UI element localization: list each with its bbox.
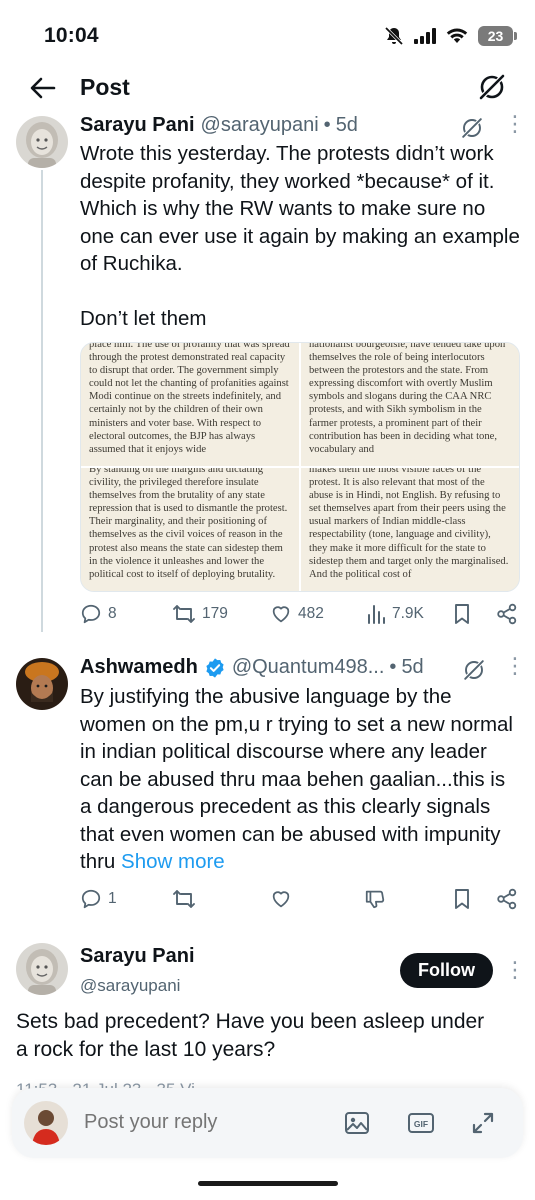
views-count: 7.9K (392, 605, 424, 622)
post-image-2[interactable]: nationalist bourgeoisie, have tended tak… (301, 343, 519, 467)
post-header: Sarayu Pani @sarayupani • 5d (80, 114, 358, 137)
separator-dot: • (389, 656, 397, 678)
thumbs-down-icon (365, 890, 385, 909)
separator-dot: • (323, 114, 331, 136)
repost-button[interactable]: 179 (172, 603, 228, 625)
reply-composer: GIF (12, 1088, 523, 1158)
repost-count: 179 (202, 605, 228, 622)
post-image-4[interactable]: makes them the most visible faces of the… (301, 468, 519, 591)
more-options-icon[interactable]: ⋮ (504, 959, 526, 981)
heart-icon (272, 606, 290, 623)
page-title: Post (80, 74, 130, 100)
follow-button[interactable]: Follow (400, 953, 493, 988)
more-options-icon[interactable]: ⋮ (504, 113, 526, 135)
show-more-link[interactable]: Show more (121, 850, 225, 873)
expand-composer-button[interactable] (468, 1108, 498, 1138)
like-button[interactable] (270, 888, 292, 910)
post-time[interactable]: 5d (336, 114, 358, 137)
status-bar: 10:04 23 (0, 0, 535, 62)
bookmark-icon (455, 604, 469, 624)
reply-count: 8 (108, 605, 117, 622)
image-text-4: makes them the most visible faces of the… (309, 468, 509, 580)
like-button[interactable]: 482 (270, 603, 324, 625)
avatar-user-icon (24, 1101, 68, 1145)
add-gif-button[interactable]: GIF (406, 1108, 436, 1138)
back-button[interactable] (28, 74, 58, 102)
reply-button[interactable]: 8 (80, 603, 117, 625)
grok-icon (460, 116, 484, 140)
gif-icon: GIF (408, 1113, 434, 1133)
avatar-warrior-icon (16, 658, 68, 710)
expand-icon (472, 1112, 494, 1134)
reply-input[interactable] (84, 1111, 324, 1134)
views-button[interactable]: 7.9K (366, 603, 424, 625)
avatar[interactable] (24, 1101, 68, 1145)
grok-icon (478, 73, 506, 101)
share-button[interactable] (496, 888, 518, 910)
share-button[interactable] (496, 603, 518, 625)
reply-count: 1 (108, 890, 117, 907)
bookmark-button[interactable] (452, 888, 472, 910)
status-icons: 23 (384, 26, 517, 46)
post-images[interactable]: place him. The use of profanity that was… (80, 342, 520, 592)
add-image-button[interactable] (342, 1108, 372, 1138)
reply-button[interactable]: 1 (80, 888, 117, 910)
focused-post-text: Sets bad precedent? Have you been asleep… (16, 1010, 491, 1061)
wifi-icon (446, 28, 468, 43)
image-divider (81, 466, 519, 468)
verified-badge-icon (206, 657, 224, 678)
avatar[interactable] (16, 943, 68, 995)
author-name[interactable]: Sarayu Pani (80, 945, 195, 968)
post-time[interactable]: 5d (401, 656, 423, 679)
author-handle[interactable]: @Quantum498... (232, 656, 385, 679)
svg-text:GIF: GIF (414, 1119, 428, 1129)
reply-text: By justifying the abusive language by th… (80, 683, 520, 876)
image-text-2: nationalist bourgeoisie, have tended tak… (309, 343, 506, 455)
author-name[interactable]: Sarayu Pani (80, 114, 195, 137)
reply-body: By justifying the abusive language by th… (80, 685, 519, 873)
back-arrow-icon (30, 77, 56, 99)
home-indicator (198, 1181, 338, 1186)
avatar-portrait-icon (16, 116, 68, 168)
image-icon (345, 1112, 369, 1134)
mute-bell-icon (384, 26, 404, 46)
like-count: 482 (298, 605, 324, 622)
grok-icon (462, 658, 486, 682)
share-icon (497, 888, 517, 910)
repost-button[interactable] (172, 888, 196, 910)
avatar[interactable] (16, 658, 68, 710)
signal-icon (414, 28, 436, 44)
grok-button[interactable] (477, 72, 507, 102)
thread-connector (41, 170, 43, 632)
reply-icon (81, 604, 101, 624)
reply-icon (81, 889, 101, 909)
bookmark-icon (455, 889, 469, 909)
avatar-portrait-icon (16, 943, 68, 995)
reply-header: Ashwamedh @Quantum498... • 5d (80, 656, 424, 679)
author-handle[interactable]: @sarayupani (201, 114, 319, 137)
image-text-1: place him. The use of profanity that was… (89, 343, 290, 455)
views-chart-icon (368, 605, 385, 624)
repost-icon (173, 605, 195, 623)
author-name[interactable]: Ashwamedh (80, 656, 198, 679)
bookmark-button[interactable] (452, 603, 472, 625)
share-icon (497, 603, 517, 625)
post-image-3[interactable]: By standing on the margins and dictating… (81, 468, 299, 591)
battery-indicator: 23 (478, 26, 517, 46)
top-bar: Post (0, 62, 535, 114)
avatar[interactable] (16, 116, 68, 168)
more-options-icon[interactable]: ⋮ (504, 655, 526, 677)
post-image-1[interactable]: place him. The use of profanity that was… (81, 343, 299, 467)
repost-icon (173, 890, 195, 908)
image-text-3: By standing on the margins and dictating… (89, 468, 288, 580)
author-handle[interactable]: @sarayupani (80, 976, 180, 996)
downvote-button[interactable] (364, 888, 386, 910)
focused-header: Sarayu Pani (80, 945, 195, 968)
heart-icon (272, 891, 290, 908)
post-text: Wrote this yesterday. The protests didn’… (80, 142, 520, 330)
status-time: 10:04 (44, 24, 99, 47)
